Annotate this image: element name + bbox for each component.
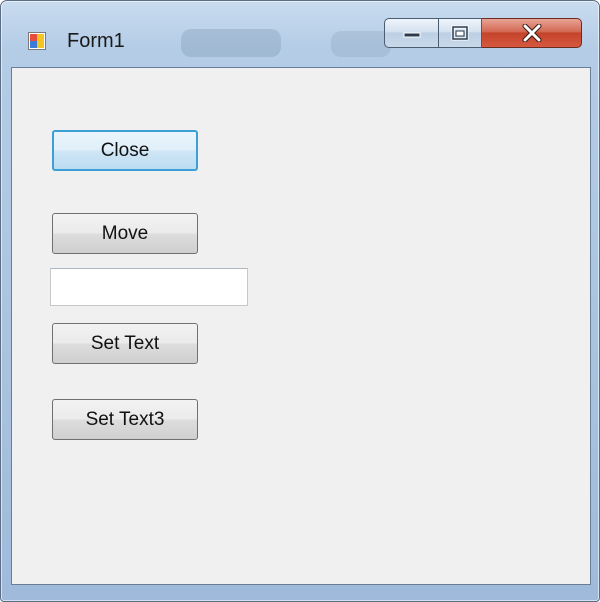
close-window-button[interactable]	[482, 18, 582, 48]
maximize-icon	[451, 25, 469, 41]
close-button[interactable]: Close	[52, 130, 198, 171]
minimize-button[interactable]	[384, 18, 439, 48]
client-area: Close Move Set Text Set Text3	[11, 67, 591, 585]
text-input[interactable]	[50, 268, 248, 306]
window-title: Form1	[67, 30, 125, 52]
app-icon	[28, 32, 46, 50]
title-bar[interactable]: Form1	[1, 1, 599, 67]
form1-window: Form1 Close Move Set Text Set Text3	[0, 0, 600, 602]
close-icon	[522, 24, 541, 42]
set-text3-button[interactable]: Set Text3	[52, 399, 198, 440]
maximize-button[interactable]	[439, 18, 482, 48]
set-text-button[interactable]: Set Text	[52, 323, 198, 364]
move-button[interactable]: Move	[52, 213, 198, 254]
minimize-icon	[403, 32, 420, 38]
caption-buttons	[384, 18, 590, 50]
